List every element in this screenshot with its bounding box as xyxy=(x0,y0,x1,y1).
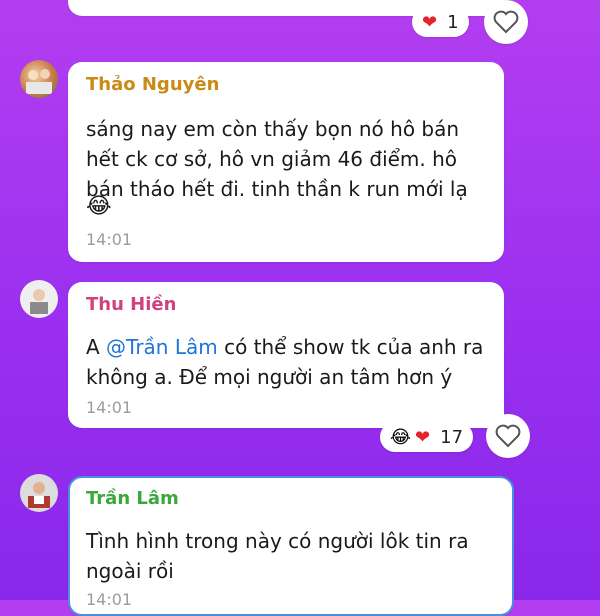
sender-name[interactable]: Thu Hiền xyxy=(86,294,176,315)
message-line: A @Trần Lâm có thể show tk của anh ra xyxy=(86,332,483,362)
avatar[interactable] xyxy=(20,474,58,512)
reaction-pill[interactable]: 😂 ❤ 17 xyxy=(380,422,474,452)
message-line: sáng nay em còn thấy bọn nó hô bán xyxy=(86,117,460,141)
like-heart-button[interactable] xyxy=(486,414,530,458)
message-text: A xyxy=(86,335,107,359)
message-time: 14:01 xyxy=(86,230,133,249)
avatar[interactable] xyxy=(20,60,58,98)
message-line: ngoài rồi xyxy=(86,559,174,583)
reaction-pill[interactable]: ❤ 1 xyxy=(412,7,469,37)
laughing-face-icon: 😂 xyxy=(390,426,412,448)
sender-name[interactable]: Thảo Nguyên xyxy=(86,74,219,95)
avatar-image xyxy=(28,482,50,508)
laughing-face-icon: 😂 xyxy=(86,194,112,219)
message-line: không a. Để mọi người an tâm hơn ý xyxy=(86,365,453,389)
heart-outline-icon xyxy=(493,10,519,34)
mention-link[interactable]: @Trần Lâm xyxy=(106,335,218,359)
heart-outline-icon xyxy=(495,424,521,448)
message-line: Tình hình trong này có người lôk tin ra xyxy=(86,529,469,553)
message-line: hết ck cơ sở, hô vn giảm 46 điểm. hô xyxy=(86,147,458,171)
avatar[interactable] xyxy=(20,280,58,318)
sender-name[interactable]: Trần Lâm xyxy=(86,488,179,509)
reaction-count: 1 xyxy=(447,11,459,33)
message-text: có thể show tk của anh ra xyxy=(217,335,484,359)
message-line: bán tháo hết đi. tinh thần k run mới lạ xyxy=(86,177,468,201)
like-heart-button[interactable] xyxy=(484,0,528,44)
red-heart-icon: ❤ xyxy=(422,11,438,33)
red-heart-icon: ❤ xyxy=(415,426,431,448)
message-time: 14:01 xyxy=(86,398,133,417)
avatar-image xyxy=(30,289,48,314)
avatar-image xyxy=(26,69,52,94)
reaction-count: 17 xyxy=(440,426,464,448)
